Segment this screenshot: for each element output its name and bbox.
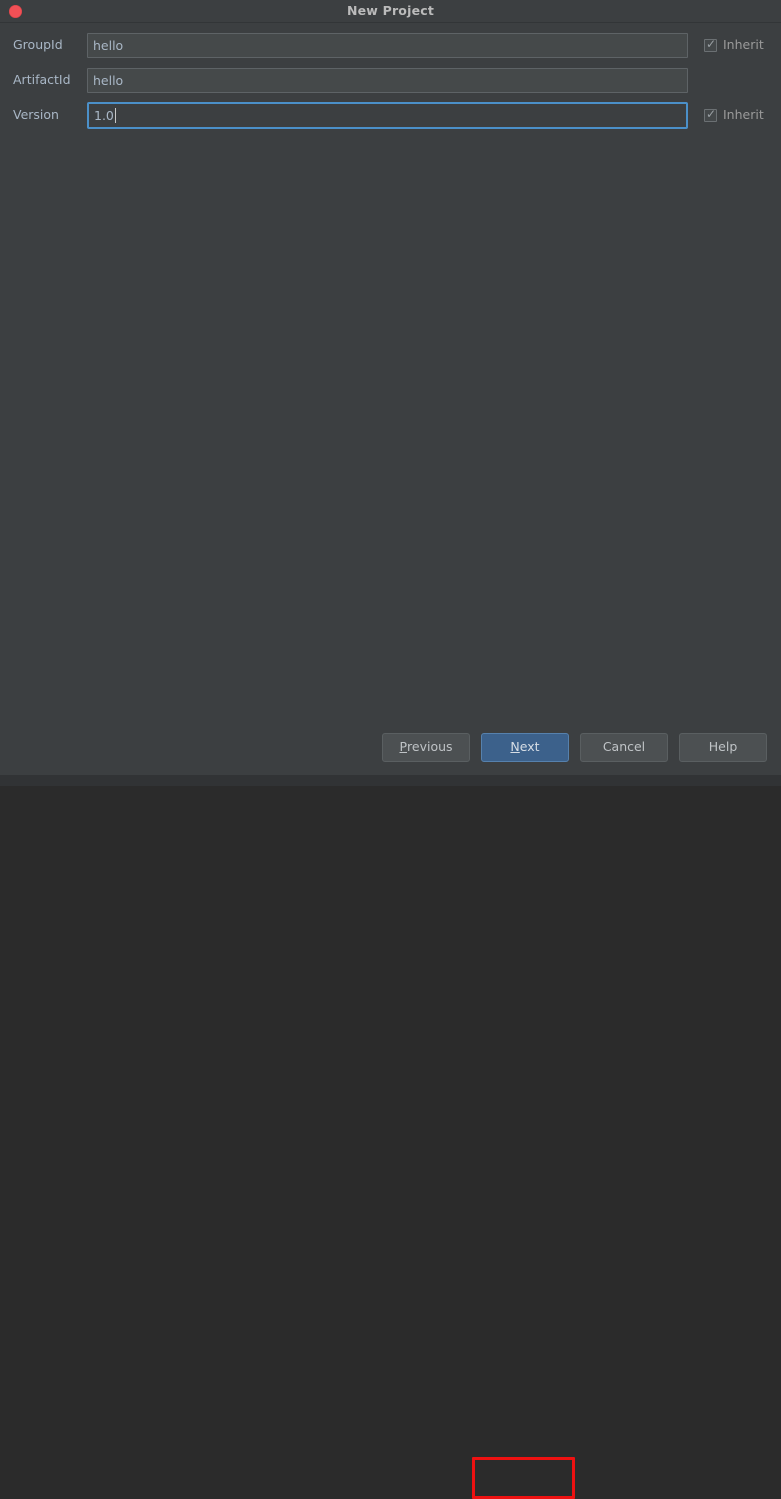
groupid-input-value: hello [93,37,124,53]
artifactid-input[interactable]: hello [87,67,688,93]
artifactid-label: ArtifactId [13,71,71,87]
version-input[interactable]: 1.0 [87,101,688,129]
text-cursor [114,107,116,123]
form-row-artifactid: ArtifactId hello [0,66,781,94]
groupid-inherit-label: Inherit [723,36,764,52]
close-window-icon[interactable] [9,5,22,18]
version-inherit-checkbox[interactable]: ✓ Inherit [704,106,764,122]
cancel-button-label: Cancel [602,738,646,754]
previous-button-label: revious [407,738,453,754]
cancel-button[interactable]: Cancel [580,732,668,762]
window-bottom-strip [0,775,781,786]
dialog-button-bar: Previous Next Cancel Help [0,719,781,1499]
version-label: Version [13,106,59,122]
checkmark-icon: ✓ [704,106,717,122]
groupid-label: GroupId [13,36,63,52]
artifactid-input-value: hello [93,72,124,88]
previous-button-mnemonic: P [399,738,408,754]
version-inherit-label: Inherit [723,106,764,122]
form-area: GroupId hello ✓ Inherit ArtifactId hello… [0,23,781,719]
next-button[interactable]: Next [481,732,569,762]
previous-button[interactable]: Previous [382,732,470,762]
window-title: New Project [346,2,435,18]
next-button-label: ext [519,738,540,754]
help-button[interactable]: Help [679,732,767,762]
version-input-value: 1.0 [94,107,114,123]
checkmark-icon: ✓ [704,36,717,52]
form-row-groupid: GroupId hello ✓ Inherit [0,31,781,59]
help-button-label: Help [708,738,738,754]
groupid-inherit-checkbox[interactable]: ✓ Inherit [704,36,764,52]
title-bar: New Project [0,0,781,23]
next-button-highlight-annotation [472,1457,575,1499]
groupid-input[interactable]: hello [87,32,688,58]
next-button-mnemonic: N [510,738,520,754]
new-project-dialog: New Project GroupId hello ✓ Inherit Arti… [0,0,781,1499]
form-row-version: Version 1.0 ✓ Inherit [0,101,781,129]
